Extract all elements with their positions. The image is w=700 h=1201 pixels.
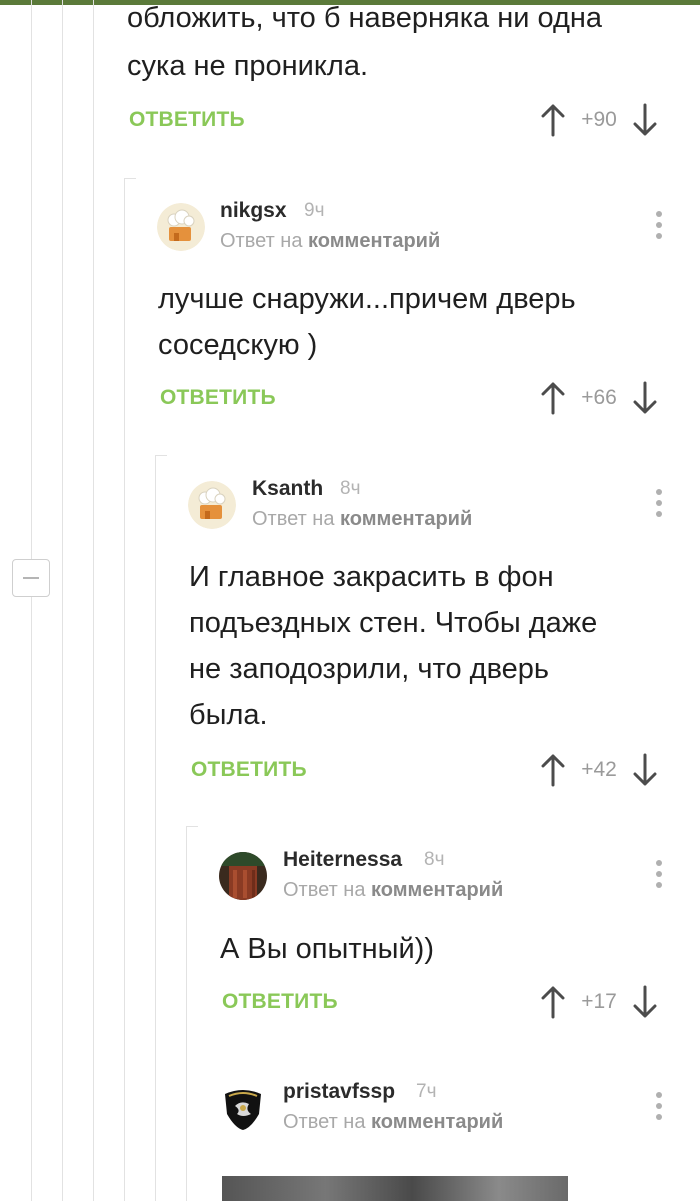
dot-icon: [656, 500, 662, 506]
vote-controls: +17: [538, 984, 660, 1020]
arrow-up-icon: [541, 754, 565, 787]
reply-to-prefix: Ответ на: [252, 508, 335, 530]
arrow-up-icon: [541, 382, 565, 415]
arrow-up-icon: [541, 104, 565, 137]
reply-to-target: комментарий: [371, 879, 504, 901]
arrow-down-icon: [633, 103, 657, 136]
comment-text-line: подъездных стен. Чтобы даже: [189, 607, 598, 639]
more-options-button[interactable]: [649, 856, 669, 892]
more-options-button[interactable]: [649, 1088, 669, 1124]
thread-branch: [186, 826, 198, 827]
arrow-down-icon: [633, 753, 657, 786]
reply-to-prefix: Ответ на: [220, 230, 303, 252]
reply-to-prefix: Ответ на: [283, 1111, 366, 1133]
thread-line: [93, 0, 94, 1201]
reply-button[interactable]: ОТВЕТИТЬ: [222, 990, 338, 1014]
username[interactable]: nikgsx: [220, 199, 287, 223]
reply-button[interactable]: ОТВЕТИТЬ: [129, 108, 245, 132]
comment-score: +17: [581, 990, 617, 1013]
upvote-button[interactable]: [538, 102, 568, 138]
vote-controls: +90: [538, 102, 660, 138]
thread-line: [124, 178, 125, 1201]
comment-text-line: сука не проникла.: [127, 50, 369, 82]
thread-line: [31, 597, 32, 1201]
dot-icon: [656, 882, 662, 888]
reply-to-target: комментарий: [340, 508, 473, 530]
reply-to-label[interactable]: Ответ на комментарий: [283, 1111, 503, 1134]
chef-avatar-icon: [157, 203, 205, 251]
thread-line: [62, 0, 63, 1201]
dot-icon: [656, 511, 662, 517]
comment-score: +42: [581, 758, 617, 781]
reply-button[interactable]: ОТВЕТИТЬ: [160, 386, 276, 410]
thread-line: [31, 0, 32, 559]
comment-text-line: И главное закрасить в фон: [189, 561, 554, 593]
dot-icon: [656, 489, 662, 495]
username[interactable]: Ksanth: [252, 477, 323, 501]
username[interactable]: Heiternessa: [283, 848, 402, 872]
arrow-down-icon: [633, 381, 657, 414]
reply-to-target: комментарий: [308, 230, 441, 252]
upvote-button[interactable]: [538, 752, 568, 788]
reply-to-label[interactable]: Ответ на комментарий: [283, 879, 503, 902]
comment-time: 7ч: [416, 1081, 437, 1102]
comment-text-line: обложить, что б наверняка ни одна: [127, 2, 603, 34]
dot-icon: [656, 1092, 662, 1098]
comment-image[interactable]: [222, 1176, 568, 1201]
comment-score: +90: [581, 108, 617, 131]
dot-icon: [656, 222, 662, 228]
username[interactable]: pristavfssp: [283, 1080, 395, 1104]
dot-icon: [656, 233, 662, 239]
reply-to-label[interactable]: Ответ на комментарий: [220, 230, 440, 253]
thread-line: [155, 455, 156, 1201]
comment-text-line: лучше снаружи...причем дверь: [158, 283, 576, 315]
reply-button[interactable]: ОТВЕТИТЬ: [191, 758, 307, 782]
minus-icon: [23, 577, 39, 579]
upvote-button[interactable]: [538, 984, 568, 1020]
photo-avatar-icon: [219, 852, 267, 900]
comment-text-line: соседскую ): [158, 329, 318, 361]
comment-score: +66: [581, 386, 617, 409]
more-options-button[interactable]: [649, 207, 669, 243]
avatar[interactable]: [219, 1084, 267, 1132]
avatar[interactable]: [188, 481, 236, 529]
reply-to-label[interactable]: Ответ на комментарий: [252, 508, 472, 531]
emblem-avatar-icon: [219, 1084, 267, 1132]
thread-line: [186, 826, 187, 1201]
upvote-button[interactable]: [538, 380, 568, 416]
avatar[interactable]: [219, 852, 267, 900]
more-options-button[interactable]: [649, 485, 669, 521]
comment-time: 9ч: [304, 200, 325, 221]
thread-branch: [124, 178, 136, 179]
downvote-button[interactable]: [630, 984, 660, 1020]
dot-icon: [656, 860, 662, 866]
chef-avatar-icon: [188, 481, 236, 529]
dot-icon: [656, 1103, 662, 1109]
thread-branch: [155, 455, 167, 456]
comment-text-line: А Вы опытный)): [220, 933, 434, 965]
dot-icon: [656, 211, 662, 217]
vote-controls: +66: [538, 380, 660, 416]
downvote-button[interactable]: [630, 380, 660, 416]
downvote-button[interactable]: [630, 102, 660, 138]
dot-icon: [656, 1114, 662, 1120]
dot-icon: [656, 871, 662, 877]
comment-time: 8ч: [424, 849, 445, 870]
vote-controls: +42: [538, 752, 660, 788]
arrow-down-icon: [633, 985, 657, 1018]
avatar[interactable]: [157, 203, 205, 251]
arrow-up-icon: [541, 986, 565, 1019]
comment-text-line: не заподозрили, что дверь: [189, 653, 550, 685]
comment-time: 8ч: [340, 478, 361, 499]
reply-to-target: комментарий: [371, 1111, 504, 1133]
collapse-thread-button[interactable]: [12, 559, 50, 597]
comment-text-line: была.: [189, 699, 268, 731]
reply-to-prefix: Ответ на: [283, 879, 366, 901]
downvote-button[interactable]: [630, 752, 660, 788]
